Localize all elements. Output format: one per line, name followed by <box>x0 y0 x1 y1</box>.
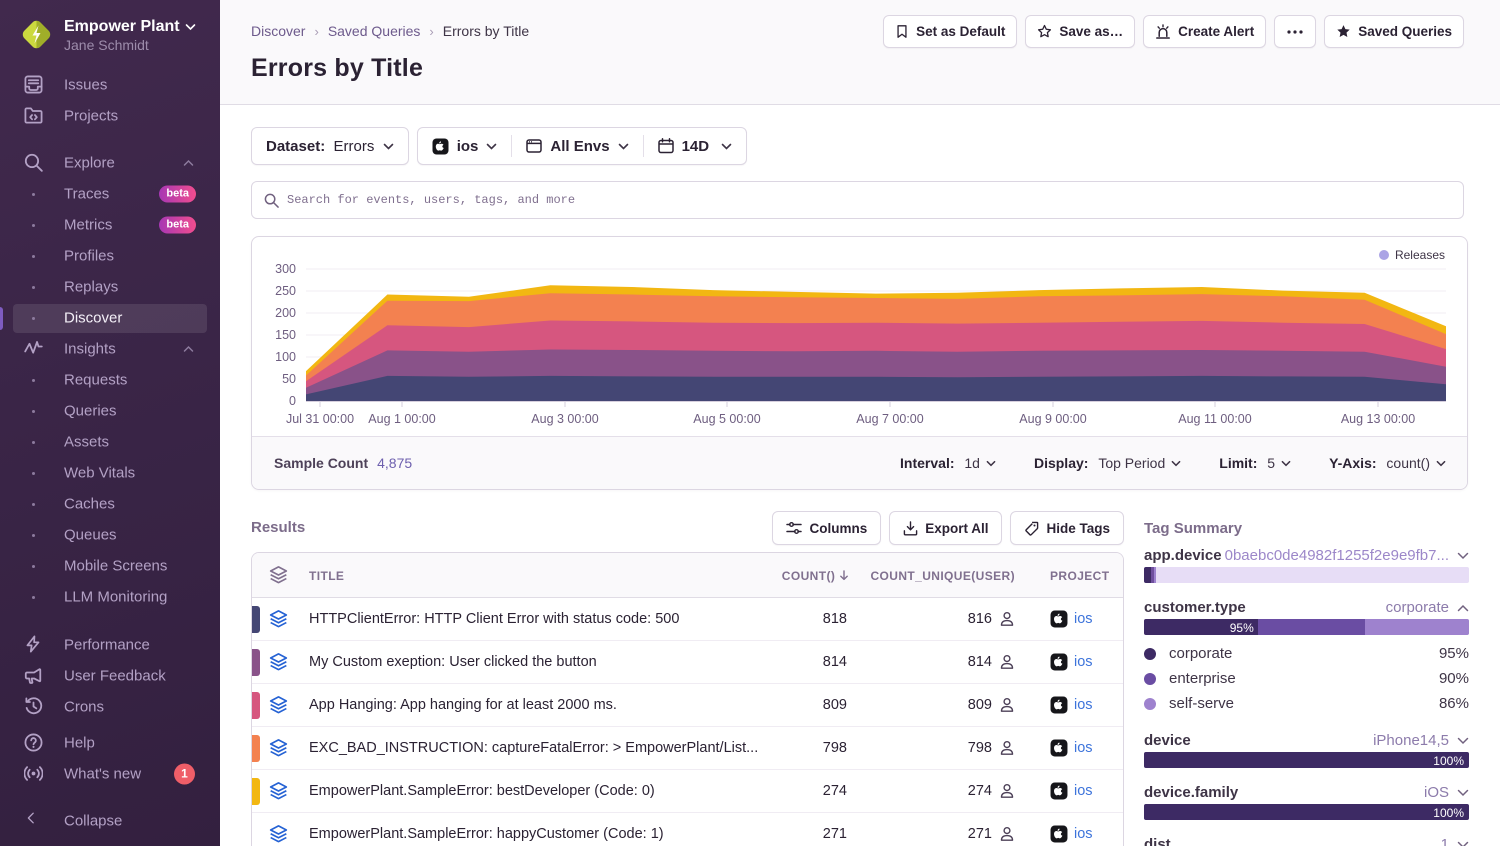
svg-text:200: 200 <box>275 306 296 320</box>
svg-text:Aug 7 00:00: Aug 7 00:00 <box>856 412 923 426</box>
svg-text:300: 300 <box>275 262 296 276</box>
svg-text:100: 100 <box>275 350 296 364</box>
svg-text:0: 0 <box>289 394 296 408</box>
svg-text:Jul 31 00:00: Jul 31 00:00 <box>286 412 354 426</box>
svg-text:Aug 5 00:00: Aug 5 00:00 <box>693 412 760 426</box>
svg-text:Aug 11 00:00: Aug 11 00:00 <box>1178 412 1251 426</box>
svg-text:150: 150 <box>275 328 296 342</box>
svg-text:250: 250 <box>275 284 296 298</box>
svg-text:Aug 9 00:00: Aug 9 00:00 <box>1019 412 1086 426</box>
svg-text:Aug 13 00:00: Aug 13 00:00 <box>1341 412 1415 426</box>
svg-text:Aug 3 00:00: Aug 3 00:00 <box>531 412 598 426</box>
svg-text:50: 50 <box>282 372 296 386</box>
svg-text:Aug 1 00:00: Aug 1 00:00 <box>368 412 435 426</box>
